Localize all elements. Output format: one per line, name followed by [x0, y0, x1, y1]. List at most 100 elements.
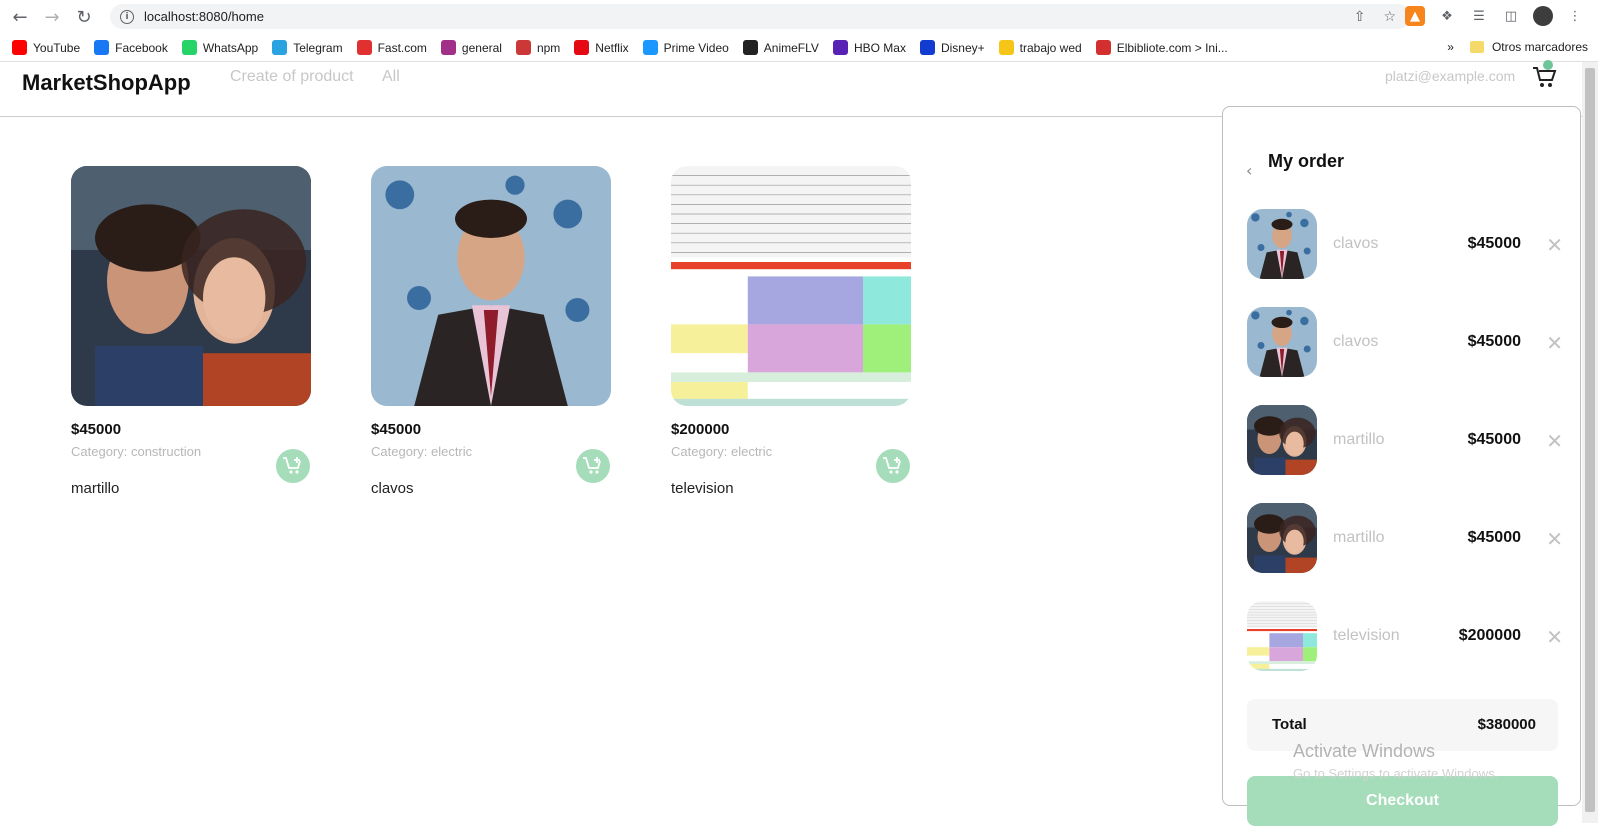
user-email: platzi@example.com — [1385, 68, 1516, 84]
cart-plus-icon — [583, 457, 601, 474]
order-item-price: $45000 — [1467, 529, 1521, 546]
page-scrollbar[interactable] — [1582, 62, 1598, 823]
bookmark-star-icon[interactable]: ☆ — [1383, 9, 1396, 25]
bookmark-4[interactable]: Fast.com — [356, 40, 427, 55]
url-text[interactable]: localhost:8080/home — [144, 9, 264, 24]
profile-avatar[interactable] — [1533, 6, 1553, 26]
bookmark-favicon-icon — [515, 40, 531, 55]
brand-logo[interactable]: MarketShopApp — [22, 70, 191, 96]
add-to-cart-button[interactable] — [576, 449, 610, 483]
reload-icon[interactable]: ↻ — [68, 1, 100, 33]
bookmark-0[interactable]: YouTube — [12, 40, 80, 55]
order-item: clavos $45000 ✕ — [1247, 307, 1567, 377]
product-card[interactable]: $45000 Category: electric clavos — [371, 166, 611, 497]
cart-plus-icon — [883, 457, 901, 474]
side-panel-icon[interactable]: ◫ — [1501, 6, 1521, 26]
product-price: $45000 — [71, 421, 122, 438]
bookmark-13[interactable]: Elbibliote.com > Ini... — [1095, 40, 1228, 55]
close-icon[interactable]: ✕ — [1546, 625, 1563, 649]
bookmark-favicon-icon — [12, 40, 27, 55]
checkout-button[interactable]: Checkout — [1247, 776, 1558, 826]
forward-arrow-icon[interactable]: → — [36, 1, 68, 33]
order-item-price: $200000 — [1458, 627, 1521, 644]
product-image[interactable] — [671, 166, 911, 406]
chevron-left-icon[interactable]: ‹ — [1246, 161, 1252, 180]
close-icon[interactable]: ✕ — [1546, 331, 1563, 355]
more-bookmarks-button[interactable]: » — [1447, 40, 1454, 54]
order-item-name: martillo — [1333, 431, 1385, 448]
cart-plus-icon — [283, 457, 301, 474]
bookmark-label: Fast.com — [377, 40, 427, 55]
product-name: television — [671, 480, 734, 497]
add-to-cart-button[interactable] — [876, 449, 910, 483]
bookmark-8[interactable]: Prime Video — [642, 40, 729, 55]
close-icon[interactable]: ✕ — [1546, 527, 1563, 551]
product-price: $45000 — [371, 421, 422, 438]
bookmark-12[interactable]: trabajo wed — [998, 40, 1082, 55]
bookmark-2[interactable]: WhatsApp — [181, 40, 258, 55]
order-item: martillo $45000 ✕ — [1247, 405, 1567, 475]
bookmark-6[interactable]: npm — [515, 40, 560, 55]
windows-activation-subtitle: Go to Settings to activate Windows. — [1293, 766, 1499, 781]
bookmark-label: general — [461, 40, 502, 55]
bookmark-10[interactable]: HBO Max — [832, 40, 906, 55]
bookmark-label: Prime Video — [663, 40, 729, 55]
share-icon[interactable]: ⇧ — [1354, 9, 1366, 25]
bookmark-11[interactable]: Disney+ — [919, 40, 985, 55]
product-image[interactable] — [371, 166, 611, 406]
browser-toolbar: ← → ↻ i localhost:8080/home ⇧ ☆ ▲ ❖ ☰ ◫ … — [0, 0, 1598, 34]
order-item-name: clavos — [1333, 333, 1379, 350]
other-bookmarks[interactable]: Otros marcadores — [1492, 40, 1588, 54]
bookmark-5[interactable]: general — [440, 40, 502, 55]
metamask-extension-icon[interactable]: ▲ — [1405, 6, 1425, 26]
bookmark-3[interactable]: Telegram — [272, 40, 343, 55]
bookmark-favicon-icon — [998, 40, 1014, 55]
order-item-price: $45000 — [1467, 333, 1521, 350]
nav-all[interactable]: All — [382, 68, 400, 86]
bookmarks-bar: YouTube Facebook WhatsApp Telegram Fast.com g… — [0, 34, 1598, 62]
add-to-cart-button[interactable] — [276, 449, 310, 483]
bookmark-label: AnimeFLV — [763, 40, 819, 55]
bookmark-label: Disney+ — [940, 40, 985, 55]
bookmark-favicon-icon — [832, 40, 848, 55]
order-item-image — [1247, 209, 1317, 279]
product-card[interactable]: $45000 Category: construction martillo — [71, 166, 311, 497]
nav-create-product[interactable]: Create of product — [230, 68, 354, 86]
scrollbar-thumb[interactable] — [1585, 68, 1595, 812]
order-item-image — [1247, 601, 1317, 671]
folder-icon — [1469, 41, 1484, 53]
windows-activation-title: Activate Windows — [1293, 741, 1436, 761]
bookmark-favicon-icon — [440, 40, 456, 55]
browser-menu-icon[interactable]: ⋮ — [1565, 6, 1585, 26]
close-icon[interactable]: ✕ — [1546, 429, 1563, 453]
product-price: $200000 — [671, 421, 730, 438]
bookmark-9[interactable]: AnimeFLV — [742, 40, 819, 55]
site-info-icon[interactable]: i — [120, 9, 134, 24]
total-label: Total — [1272, 716, 1307, 733]
order-item-image — [1247, 503, 1317, 573]
product-category: Category: construction — [71, 444, 202, 459]
bookmark-favicon-icon — [272, 40, 288, 55]
order-item-price: $45000 — [1467, 431, 1521, 448]
bookmark-favicon-icon — [574, 40, 590, 55]
bookmark-label: Facebook — [115, 40, 168, 55]
bookmark-7[interactable]: Netflix — [574, 40, 629, 55]
bookmark-label: Telegram — [293, 40, 343, 55]
media-queue-icon[interactable]: ☰ — [1469, 6, 1489, 26]
bookmark-label: YouTube — [33, 40, 81, 55]
bookmark-1[interactable]: Facebook — [94, 40, 168, 55]
product-image[interactable] — [71, 166, 311, 406]
bookmark-favicon-icon — [94, 40, 110, 55]
order-item: clavos $45000 ✕ — [1247, 209, 1567, 279]
bookmark-label: HBO Max — [853, 40, 906, 55]
bookmark-favicon-icon — [1095, 40, 1111, 55]
address-bar[interactable]: i localhost:8080/home ⇧ ☆ — [110, 4, 1410, 29]
back-arrow-icon[interactable]: ← — [4, 1, 36, 33]
close-icon[interactable]: ✕ — [1546, 233, 1563, 257]
order-item: television $200000 ✕ — [1247, 601, 1567, 671]
extensions-puzzle-icon[interactable]: ❖ — [1437, 6, 1457, 26]
bookmark-label: Elbibliote.com > Ini... — [1116, 40, 1228, 55]
product-card[interactable]: $200000 Category: electric television — [671, 166, 911, 497]
order-item-name: martillo — [1333, 529, 1385, 546]
product-category: Category: electric — [371, 444, 473, 459]
